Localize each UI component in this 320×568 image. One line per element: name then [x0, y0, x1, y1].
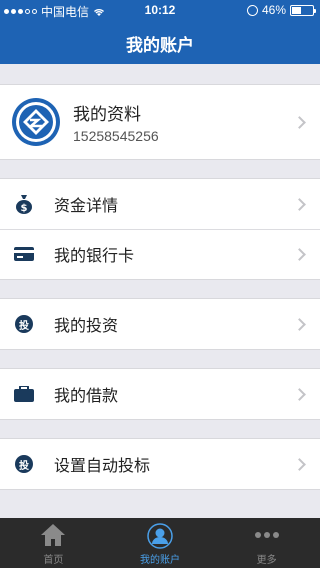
home-icon [41, 524, 66, 546]
menu-label: 我的投资 [54, 318, 119, 335]
more-icon [254, 532, 279, 538]
chevron-right-icon [293, 457, 306, 471]
chevron-right-icon [293, 247, 306, 261]
logo-icon [16, 102, 56, 142]
tab-my-account[interactable]: 我的账户 [107, 518, 214, 568]
page-title: 我的账户 [126, 36, 194, 55]
invest-icon: 投 [13, 453, 35, 475]
battery-icon [290, 4, 316, 16]
chevron-right-icon [293, 317, 306, 331]
menu-item-auto-bid[interactable]: 投 设置自动投标 [0, 439, 320, 489]
svg-text:$: $ [21, 203, 28, 214]
menu-item-bank-card[interactable]: 我的银行卡 [0, 229, 320, 279]
loan-section: 我的借款 [0, 368, 320, 420]
invest-badge: 投 [15, 315, 33, 333]
tab-label: 更多 [256, 555, 277, 566]
tab-label: 我的账户 [140, 555, 180, 566]
briefcase-icon [13, 383, 35, 405]
menu-item-fund-details[interactable]: $ 资金详情 [0, 179, 320, 229]
menu-label: 我的借款 [54, 388, 119, 405]
nav-header: 中国电信 10:12 46% 我的账户 [0, 0, 320, 64]
chevron-right-icon [293, 387, 306, 401]
profile-row[interactable]: 我的资料 15258545256 [0, 85, 320, 159]
menu-label: 资金详情 [54, 198, 119, 215]
tab-more[interactable]: 更多 [213, 518, 320, 568]
avatar [12, 98, 60, 146]
auto-bid-section: 投 设置自动投标 [0, 438, 320, 490]
chevron-right-icon [293, 197, 306, 211]
menu-item-loan[interactable]: 我的借款 [0, 369, 320, 419]
menu-label: 我的银行卡 [54, 248, 135, 265]
funds-section: $ 资金详情 我的银行卡 [0, 178, 320, 280]
menu-label: 设置自动投标 [54, 458, 151, 475]
battery-percent: 46% [261, 3, 286, 17]
credit-card-icon [13, 243, 35, 265]
profile-name: 我的资料 [73, 105, 141, 124]
menu-item-investment[interactable]: 投 我的投资 [0, 299, 320, 349]
chevron-right-icon [293, 115, 306, 129]
tab-home[interactable]: 首页 [0, 518, 107, 568]
money-bag-icon: $ [13, 193, 35, 215]
user-icon [147, 523, 173, 549]
status-bar: 中国电信 10:12 46% [0, 0, 320, 20]
status-right: 46% [246, 3, 316, 17]
invest-icon: 投 [13, 313, 35, 335]
profile-section: 我的资料 15258545256 [0, 84, 320, 160]
rotation-lock-icon [246, 4, 258, 16]
tab-label: 首页 [43, 555, 64, 566]
profile-phone: 15258545256 [73, 128, 159, 144]
investment-section: 投 我的投资 [0, 298, 320, 350]
tab-bar: 首页 我的账户 更多 [0, 518, 320, 568]
invest-badge: 投 [15, 455, 33, 473]
